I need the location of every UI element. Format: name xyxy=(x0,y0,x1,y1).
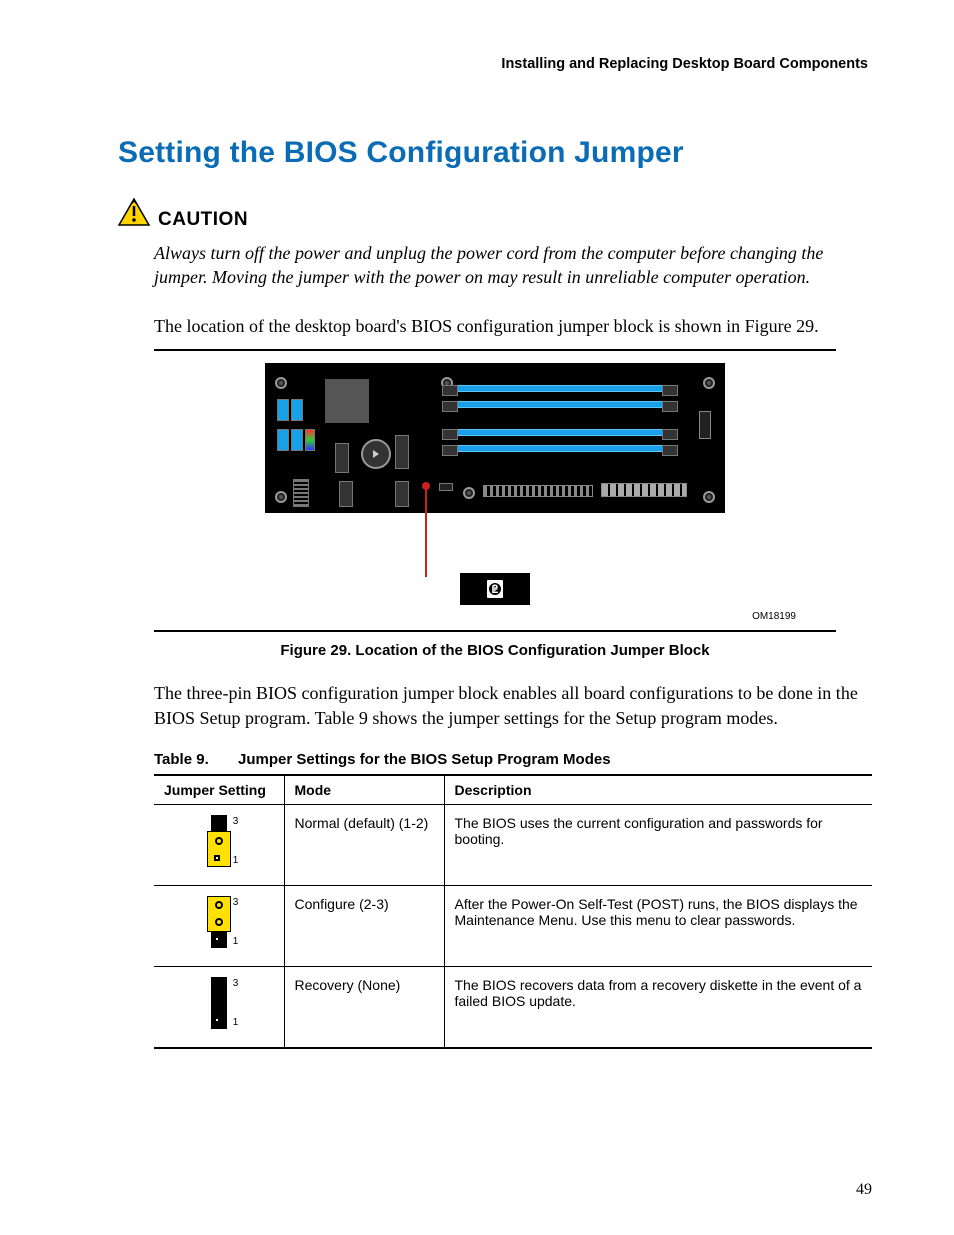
callout-line xyxy=(425,485,427,577)
jumper-settings-table: Jumper Setting Mode Description 3 1 xyxy=(154,774,872,1049)
jumper-diagram-normal: 3 1 xyxy=(154,805,284,886)
page-number: 49 xyxy=(856,1181,872,1199)
mode-configure: Configure (2-3) xyxy=(284,886,444,967)
th-jumper-setting: Jumper Setting xyxy=(154,775,284,805)
caution-icon xyxy=(118,198,150,231)
caution-body: Always turn off the power and unplug the… xyxy=(154,241,872,290)
pin-2: 2 xyxy=(487,581,503,597)
desc-normal: The BIOS uses the current configuration … xyxy=(444,805,872,886)
jumper-diagram-configure: 3 1 xyxy=(154,886,284,967)
figure-29: 3 2 1 OM18199 xyxy=(154,349,836,632)
desc-configure: After the Power-On Self-Test (POST) runs… xyxy=(444,886,872,967)
table-row: 3 1 Configure (2-3) After the Power-On S… xyxy=(154,886,872,967)
body-paragraph: The three-pin BIOS configuration jumper … xyxy=(154,681,872,731)
table-row: 3 1 Recovery (None) The BIOS recovers da… xyxy=(154,967,872,1049)
intro-paragraph: The location of the desktop board's BIOS… xyxy=(154,314,872,339)
caution-label: CAUTION xyxy=(158,209,248,231)
jumper-pins-callout: 3 2 1 xyxy=(460,573,530,605)
running-header: Installing and Replacing Desktop Board C… xyxy=(118,56,872,72)
figure-id: OM18199 xyxy=(154,611,796,622)
th-description: Description xyxy=(444,775,872,805)
th-mode: Mode xyxy=(284,775,444,805)
page-title: Setting the BIOS Configuration Jumper xyxy=(118,136,872,170)
mode-normal: Normal (default) (1-2) xyxy=(284,805,444,886)
desc-recovery: The BIOS recovers data from a recovery d… xyxy=(444,967,872,1049)
table-row: 3 1 Normal (default) (1-2) The BIOS uses… xyxy=(154,805,872,886)
mode-recovery: Recovery (None) xyxy=(284,967,444,1049)
motherboard-diagram xyxy=(265,363,725,513)
jumper-diagram-recovery: 3 1 xyxy=(154,967,284,1049)
figure-caption: Figure 29. Location of the BIOS Configur… xyxy=(118,642,872,659)
table-caption: Table 9.Jumper Settings for the BIOS Set… xyxy=(154,751,872,768)
